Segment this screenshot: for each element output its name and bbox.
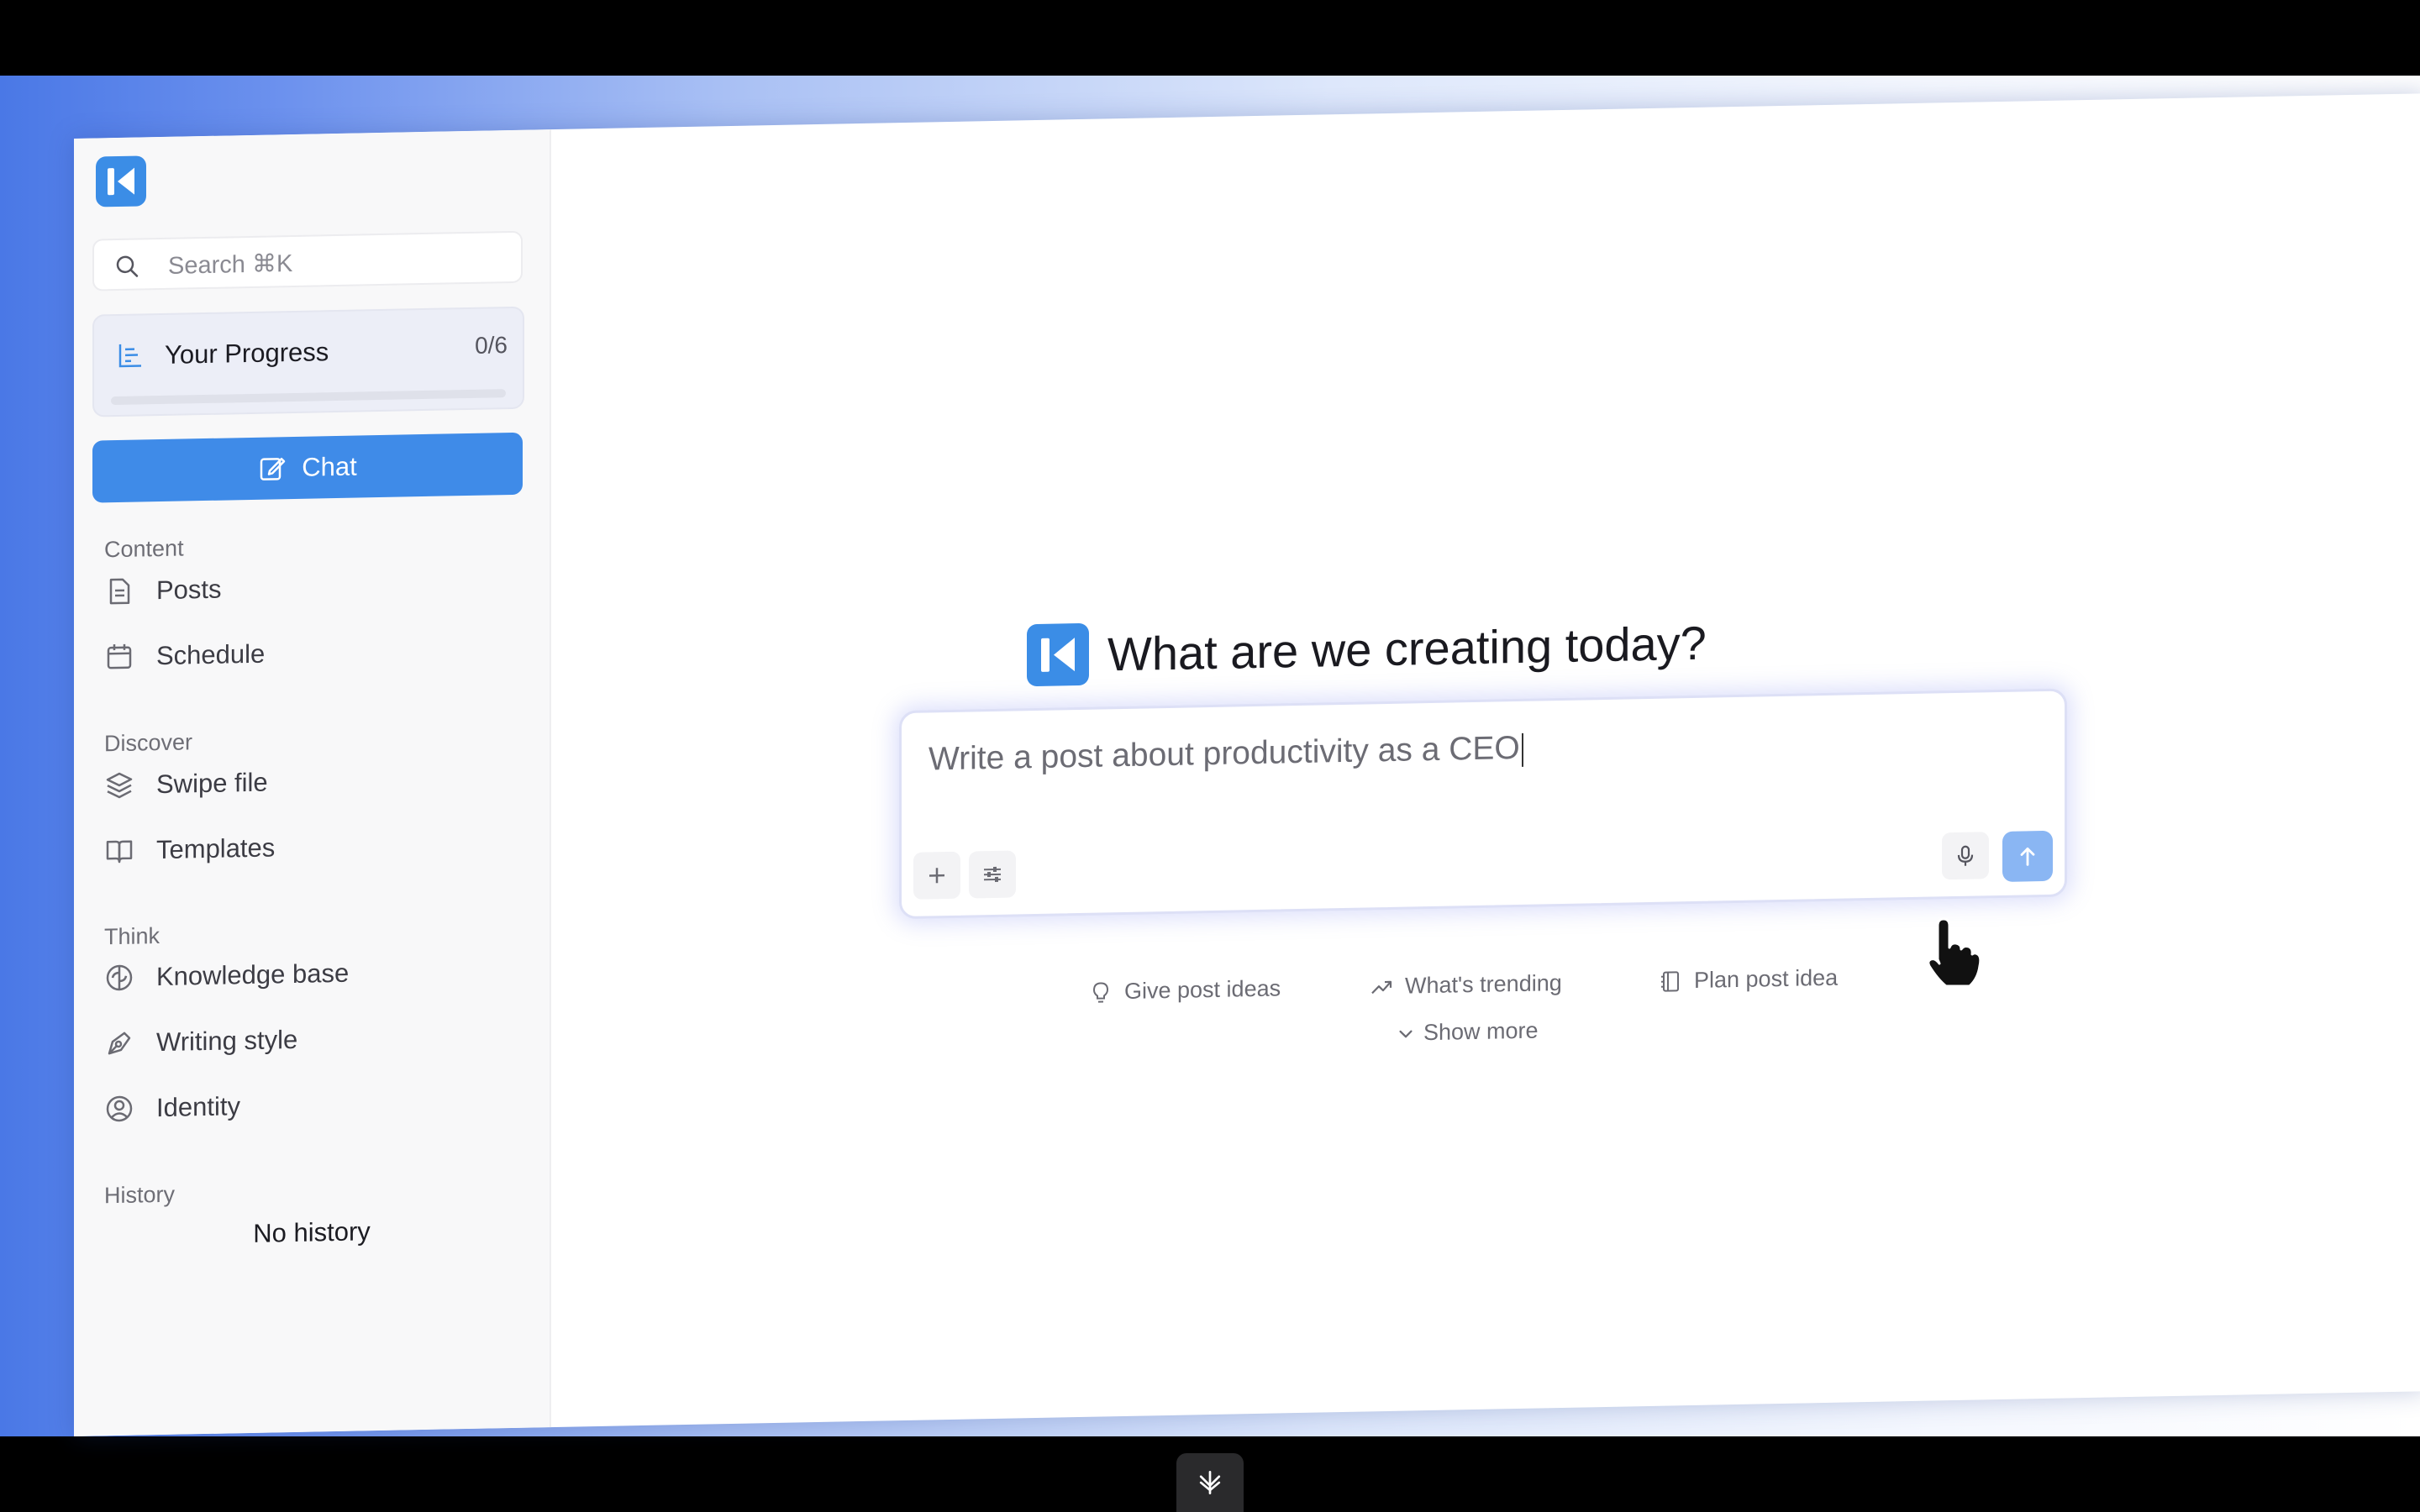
app-logo-small [1027,622,1089,687]
microphone-icon [1957,845,1974,866]
hero-heading: What are we creating today? [1027,612,1707,687]
section-title-content: Content [104,535,184,563]
progress-bar [111,389,506,406]
sidebar-item-writing-style[interactable]: Writing style [104,1016,297,1067]
sidebar-item-label: Posts [156,574,222,606]
chevron-down-icon [1399,1030,1413,1037]
suggestion-label: Plan post idea [1694,964,1839,993]
section-title-think: Think [104,923,160,950]
hand-cursor-icon [1927,917,1981,988]
user-circle-icon [106,1095,133,1122]
notebook-icon [1661,970,1679,992]
bar-chart-icon [118,344,141,368]
sidebar-item-schedule[interactable]: Schedule [104,631,265,681]
sidebar-item-label: Swipe file [156,767,268,800]
sidebar-item-label: Identity [156,1091,240,1123]
send-button[interactable] [2002,830,2053,882]
layers-icon [106,772,133,799]
taskbar-app-button[interactable] [1176,1453,1244,1512]
calendar-icon [107,643,132,669]
document-icon [109,578,130,605]
text-caret [1521,732,1523,767]
sidebar-item-knowledge-base[interactable]: Knowledge base [104,950,349,1002]
sidebar-item-label: Knowledge base [156,958,350,992]
sidebar-item-posts[interactable]: Posts [104,566,222,616]
prompt-text: Write a post about productivity as a CEO [929,729,1520,778]
prompt-input[interactable]: Write a post about productivity as a CEO [929,730,1523,779]
suggestion-whats-trending[interactable]: What's trending [1370,970,1562,1000]
sidebar-item-templates[interactable]: Templates [104,824,275,874]
plus-icon [929,868,944,884]
sidebar-item-label: Templates [156,832,276,865]
search-input[interactable]: Search ⌘K [92,230,523,291]
app-logo[interactable] [96,155,146,207]
search-icon [116,255,139,277]
suggestion-label: Give post ideas [1124,975,1281,1004]
suggestion-give-post-ideas[interactable]: Give post ideas [1089,975,1281,1005]
prompt-composer[interactable]: Write a post about productivity as a CEO [899,688,2067,920]
edit-icon [260,458,286,480]
section-title-discover: Discover [104,729,193,757]
show-more-label: Show more [1423,1017,1539,1046]
progress-card[interactable]: Your Progress 0/6 [92,306,524,417]
sidebar: Search ⌘K Your Progress 0/6 Chat Content… [74,129,551,1436]
chat-button[interactable]: Chat [92,432,523,503]
app-dock-icon [1199,1471,1221,1494]
progress-count: 0/6 [475,332,508,359]
sidebar-item-label: Writing style [156,1024,298,1058]
sidebar-item-label: Schedule [156,638,266,671]
app-window: Search ⌘K Your Progress 0/6 Chat Content… [74,93,2420,1436]
arrow-up-icon [2020,847,2035,866]
suggestion-label: What's trending [1405,969,1562,999]
sliders-icon [984,866,1001,882]
show-more-button[interactable]: Show more [1397,1018,1539,1047]
screen: Search ⌘K Your Progress 0/6 Chat Content… [0,0,2420,1512]
chat-button-label: Chat [302,451,357,482]
brain-icon [106,964,133,991]
history-empty-text: No history [253,1216,371,1248]
trending-up-icon [1371,980,1392,994]
section-title-history: History [104,1181,176,1209]
book-icon [106,840,133,864]
search-placeholder: Search ⌘K [168,250,293,280]
progress-label: Your Progress [165,337,329,370]
add-attachment-button[interactable] [913,851,960,900]
sidebar-item-swipe-file[interactable]: Swipe file [104,759,268,810]
settings-button[interactable] [969,850,1016,899]
sidebar-item-identity[interactable]: Identity [104,1083,240,1132]
lightbulb-icon [1092,982,1109,1003]
page-title: What are we creating today? [1107,616,1707,680]
pen-nib-icon [108,1032,131,1055]
main-panel: What are we creating today? Write a post… [551,93,2420,1427]
microphone-button[interactable] [1942,832,1989,880]
suggestion-plan-post-idea[interactable]: Plan post idea [1659,965,1838,995]
